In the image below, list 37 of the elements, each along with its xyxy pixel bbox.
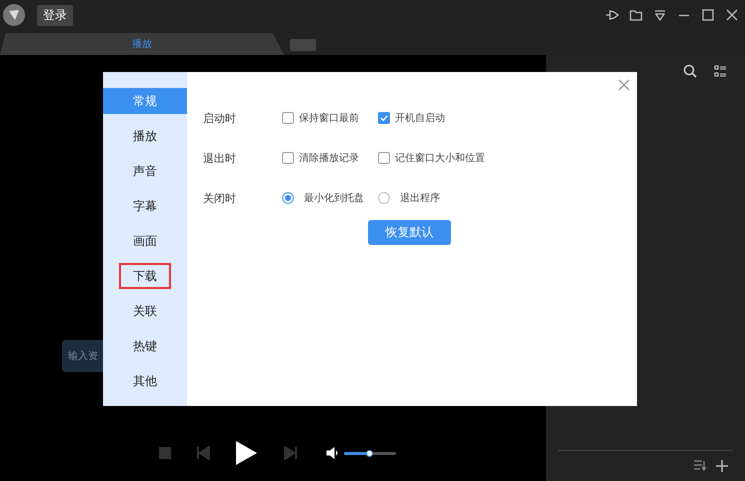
setting-label: 退出时 <box>203 150 237 166</box>
checkbox[interactable] <box>282 112 294 124</box>
volume-slider[interactable] <box>344 452 396 454</box>
play-icon[interactable] <box>234 440 258 466</box>
radio-button[interactable] <box>378 192 390 204</box>
checkbox-checked[interactable] <box>378 112 390 124</box>
nav-item[interactable]: 播放 <box>119 123 171 149</box>
nav-item[interactable]: 关联 <box>119 298 171 324</box>
list-icon[interactable] <box>713 64 727 78</box>
nav-item[interactable]: 其他 <box>119 368 171 394</box>
checkbox[interactable] <box>282 152 294 164</box>
volume-icon[interactable] <box>326 447 338 459</box>
setting-label: 关闭时 <box>203 190 237 206</box>
nav-item[interactable]: 下载 <box>119 263 171 289</box>
radio-button-selected[interactable] <box>282 192 294 204</box>
option-label: 开机自启动 <box>395 112 445 125</box>
option-label: 退出程序 <box>400 192 440 205</box>
checkbox[interactable] <box>378 152 390 164</box>
maximize-icon[interactable] <box>701 8 715 22</box>
option-label: 最小化到托盘 <box>304 192 364 205</box>
pin-icon[interactable] <box>605 8 619 22</box>
folder-icon[interactable] <box>629 8 643 22</box>
plus-icon[interactable] <box>715 459 729 473</box>
option-label: 记住窗口大小和位置 <box>395 152 485 165</box>
option-label: 保持窗口最前 <box>299 112 359 125</box>
option-label: 清除播放记录 <box>299 152 359 165</box>
nav-item[interactable]: 字幕 <box>119 193 171 219</box>
search-icon[interactable] <box>683 64 697 78</box>
nav-item[interactable]: 声音 <box>119 158 171 184</box>
dropdown-icon[interactable] <box>653 8 667 22</box>
nav-item[interactable]: 热键 <box>119 333 171 359</box>
nav-item[interactable]: 画面 <box>119 228 171 254</box>
close-icon[interactable] <box>725 8 739 22</box>
login-button[interactable]: 登录 <box>37 4 73 26</box>
setting-label: 启动时 <box>203 110 237 126</box>
logo-icon <box>3 4 25 26</box>
sort-icon[interactable] <box>693 459 707 471</box>
